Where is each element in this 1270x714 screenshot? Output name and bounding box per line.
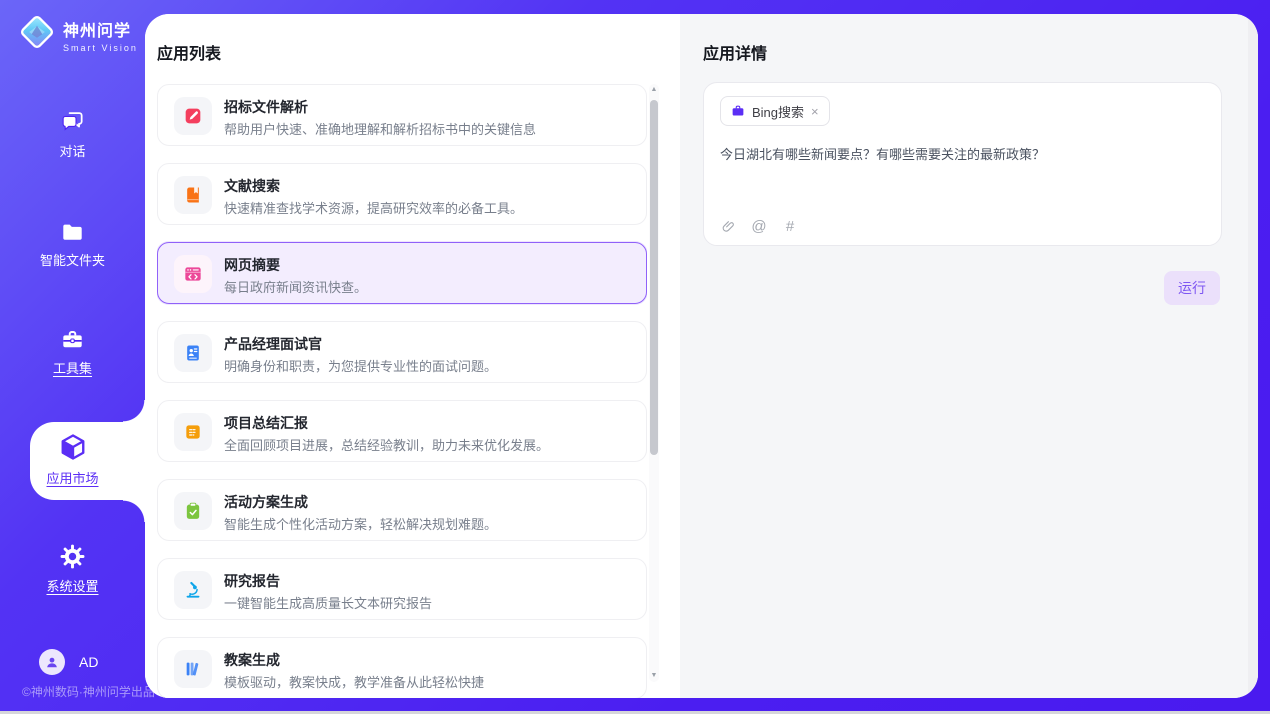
sidebar-item-settings[interactable]: 系统设置 [0, 543, 145, 595]
sidebar-item-label: 应用市场 [46, 468, 98, 487]
mention-icon[interactable]: @ [751, 217, 767, 235]
chat-icon [59, 110, 86, 135]
user-profile[interactable]: AD [39, 649, 98, 675]
folder-icon [59, 220, 86, 244]
brand-gem-icon [18, 13, 56, 56]
sidebar-item-label: 智能文件夹 [40, 250, 105, 269]
app-card-desc: 一键智能生成高质量长文本研究报告 [224, 593, 432, 612]
user-initials: AD [79, 654, 98, 670]
briefcase-icon [731, 104, 745, 118]
app-card-project-summary[interactable]: 项目总结汇报全面回顾项目进展，总结经验教训，助力未来优化发展。 [157, 400, 647, 462]
app-card-title: 项目总结汇报 [224, 413, 308, 433]
microscope-icon [174, 571, 212, 609]
app-list-scrollbar[interactable]: ▲ ▼ [649, 84, 659, 682]
scroll-up-icon[interactable]: ▲ [649, 84, 659, 96]
app-list: 招标文件解析帮助用户快速、准确地理解和解析招标书中的关键信息文献搜索快速精准查找… [157, 84, 647, 698]
app-card-title: 研究报告 [224, 571, 280, 591]
app-card-pm-interviewer[interactable]: 产品经理面试官明确身份和职责，为您提供专业性的面试问题。 [157, 321, 647, 383]
browser-code-icon [174, 255, 212, 293]
main-panel: 应用列表 招标文件解析帮助用户快速、准确地理解和解析招标书中的关键信息文献搜索快… [145, 14, 1258, 698]
app-card-title: 产品经理面试官 [224, 334, 322, 354]
app-card-desc: 明确身份和职责，为您提供专业性的面试问题。 [224, 356, 497, 375]
app-card-desc: 全面回顾项目进展，总结经验教训，助力未来优化发展。 [224, 435, 549, 454]
prompt-input[interactable]: 今日湖北有哪些新闻要点？有哪些需要关注的最新政策？ [720, 145, 1200, 205]
app-card-desc: 模板驱动，教案快成，教学准备从此轻松快捷 [224, 672, 484, 691]
sidebar-item-tools[interactable]: 工具集 [0, 328, 145, 377]
attachment-icon[interactable] [720, 217, 736, 235]
app-card-title: 活动方案生成 [224, 492, 308, 512]
clipboard-check-icon [174, 492, 212, 530]
cube-icon [58, 432, 88, 462]
run-button[interactable]: 运行 [1164, 271, 1220, 305]
app-detail-pane: 应用详情 Bing搜索 × 今日湖北有哪些新闻要点？有哪些需要关注的最新政策？ … [680, 14, 1258, 698]
app-card-desc: 快速精准查找学术资源，提高研究效率的必备工具。 [224, 198, 523, 217]
sidebar-item-label: 系统设置 [46, 576, 98, 595]
sidebar-item-folders[interactable]: 智能文件夹 [0, 220, 145, 269]
app-list-title: 应用列表 [157, 40, 221, 64]
app-card-title: 招标文件解析 [224, 97, 308, 117]
brand-subtitle: Smart Vision [63, 43, 138, 53]
app-list-pane: 应用列表 招标文件解析帮助用户快速、准确地理解和解析招标书中的关键信息文献搜索快… [145, 14, 680, 698]
app-card-desc: 帮助用户快速、准确地理解和解析招标书中的关键信息 [224, 119, 536, 138]
app-detail-title: 应用详情 [703, 40, 767, 64]
app-card-title: 网页摘要 [224, 255, 280, 275]
tool-tag-bing-search[interactable]: Bing搜索 × [720, 96, 830, 126]
toolbox-icon [59, 328, 86, 352]
app-card-tender-parse[interactable]: 招标文件解析帮助用户快速、准确地理解和解析招标书中的关键信息 [157, 84, 647, 146]
sidebar-item-app-market[interactable]: 应用市场 [0, 432, 145, 487]
pen-square-icon [174, 97, 212, 135]
app-card-lesson-plan[interactable]: 教案生成模板驱动，教案快成，教学准备从此轻松快捷 [157, 637, 647, 698]
books-icon [174, 650, 212, 688]
scrollbar-thumb[interactable] [650, 100, 658, 455]
note-icon [174, 413, 212, 451]
brand-logo: 神州问学 Smart Vision [18, 13, 138, 56]
sidebar-footer: ©神州数码·神州问学出品 [22, 683, 155, 700]
sidebar-item-label: 对话 [59, 141, 85, 160]
gear-icon [59, 543, 86, 570]
sidebar-item-label: 工具集 [53, 358, 92, 377]
sidebar: 神州问学 Smart Vision 对话智能文件夹工具集应用市场系统设置 AD … [0, 0, 145, 714]
prompt-card: Bing搜索 × 今日湖北有哪些新闻要点？有哪些需要关注的最新政策？ @ # [703, 82, 1222, 246]
tool-tag-label: Bing搜索 [752, 102, 804, 121]
app-card-webpage-summary[interactable]: 网页摘要每日政府新闻资讯快查。 [157, 242, 647, 304]
user-avatar-icon [39, 649, 65, 675]
sidebar-item-chat[interactable]: 对话 [0, 110, 145, 160]
interview-icon [174, 334, 212, 372]
app-card-title: 教案生成 [224, 650, 280, 670]
brand-name: 神州问学 [63, 17, 138, 41]
book-icon [174, 176, 212, 214]
tag-close-icon[interactable]: × [811, 105, 819, 118]
app-card-literature-search[interactable]: 文献搜索快速精准查找学术资源，提高研究效率的必备工具。 [157, 163, 647, 225]
app-card-desc: 每日政府新闻资讯快查。 [224, 277, 367, 296]
app-card-title: 文献搜索 [224, 176, 280, 196]
app-card-desc: 智能生成个性化活动方案，轻松解决规划难题。 [224, 514, 497, 533]
scroll-down-icon[interactable]: ▼ [649, 670, 659, 682]
app-card-activity-plan[interactable]: 活动方案生成智能生成个性化活动方案，轻松解决规划难题。 [157, 479, 647, 541]
app-card-research-report[interactable]: 研究报告一键智能生成高质量长文本研究报告 [157, 558, 647, 620]
hash-icon[interactable]: # [782, 217, 798, 235]
